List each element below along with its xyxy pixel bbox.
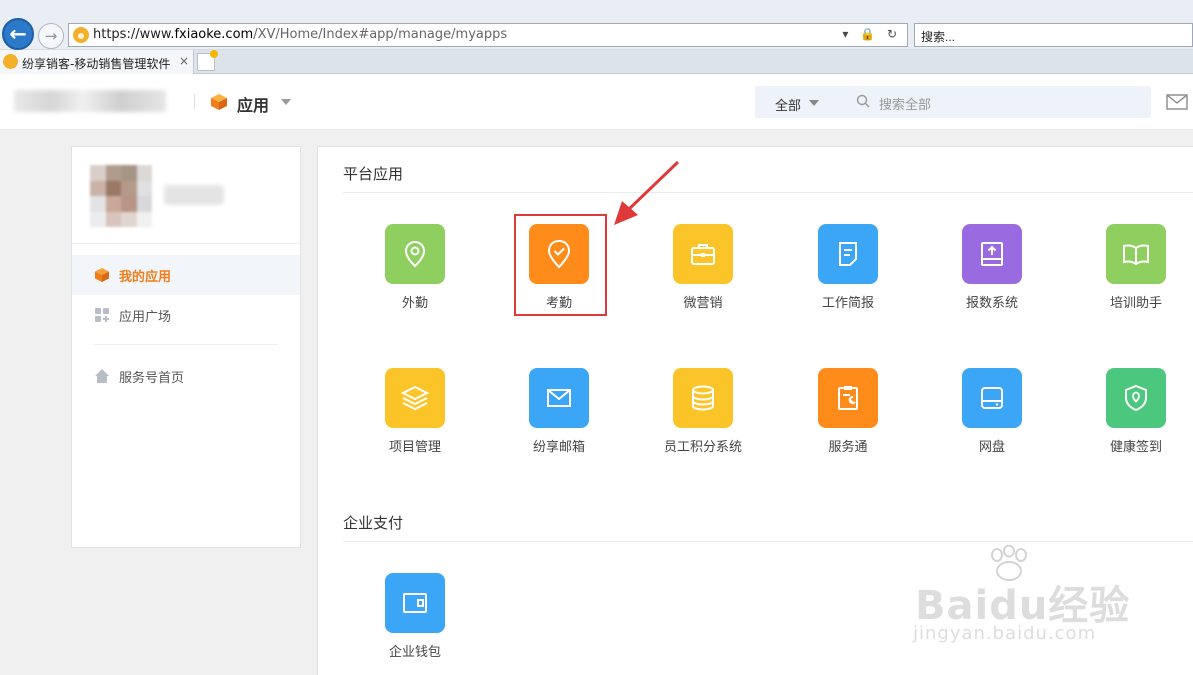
app-tile-report-system[interactable] — [962, 224, 1022, 284]
avatar[interactable] — [90, 165, 152, 227]
app-tile-points[interactable] — [673, 368, 733, 428]
cube-icon — [95, 268, 109, 282]
sidebar-item-my-apps[interactable]: 我的应用 — [72, 255, 300, 295]
divider — [94, 344, 278, 345]
app-label-points[interactable]: 员工积分系统 — [648, 436, 758, 455]
section-divider — [343, 541, 1193, 542]
upload-screen-icon — [981, 242, 1003, 266]
tab-strip: 纷享销客-移动销售管理软件 × — [0, 50, 1193, 74]
app-label-mail[interactable]: 纷享邮箱 — [504, 436, 614, 455]
sidebar-item-app-plaza[interactable]: 应用广场 — [72, 295, 300, 335]
app-tile-project[interactable] — [385, 368, 445, 428]
sidebar: 我的应用 应用广场 服务号首页 — [71, 146, 301, 548]
shield-pin-icon — [1125, 384, 1147, 412]
sidebar-item-label: 服务号首页 — [119, 371, 185, 386]
app-menu-title[interactable]: 应用 — [237, 92, 269, 116]
section-title-payment: 企业支付 — [343, 514, 404, 532]
app-label-field-work[interactable]: 外勤 — [360, 292, 470, 311]
app-tile-work-report[interactable] — [818, 224, 878, 284]
app-label-service[interactable]: 服务通 — [793, 436, 903, 455]
app-header: 应用 全部 搜索全部 — [0, 74, 1193, 130]
envelope-icon — [547, 389, 571, 407]
app-tile-micro-marketing[interactable] — [673, 224, 733, 284]
clipboard-tool-icon — [838, 386, 858, 410]
wallet-icon — [403, 593, 427, 613]
header-divider — [194, 94, 195, 110]
address-bar[interactable]: https://www.fxiaoke.com/XV/Home/Index#ap… — [68, 23, 908, 47]
watermark-url: jingyan.baidu.com — [913, 623, 1097, 644]
app-label-micro-marketing[interactable]: 微营销 — [648, 292, 758, 311]
tab-title: 纷享销客-移动销售管理软件 — [22, 57, 171, 71]
home-icon — [95, 369, 109, 383]
app-tile-health[interactable] — [1106, 368, 1166, 428]
sidebar-item-service-home[interactable]: 服务号首页 — [72, 356, 300, 396]
url-text: https://www.fxiaoke.com/XV/Home/Index#ap… — [93, 27, 508, 42]
search-scope-select[interactable]: 全部 — [775, 95, 801, 114]
tab-close-icon[interactable]: × — [179, 54, 189, 68]
tab-favicon-icon — [3, 54, 18, 69]
annotation-arrow-icon — [614, 160, 680, 225]
sidebar-item-label: 我的应用 — [119, 270, 172, 285]
location-pin-icon — [404, 240, 426, 268]
app-tile-service[interactable] — [818, 368, 878, 428]
app-label-wallet[interactable]: 企业钱包 — [360, 641, 470, 660]
watermark: Baidu经验 jingyan.baidu.com — [910, 545, 1150, 655]
forward-button[interactable]: → — [38, 23, 64, 49]
app-label-work-report[interactable]: 工作简报 — [793, 292, 903, 311]
app-label-health[interactable]: 健康签到 — [1081, 436, 1191, 455]
sidebar-item-label: 应用广场 — [119, 310, 172, 325]
briefcase-icon — [691, 244, 715, 265]
app-label-project[interactable]: 项目管理 — [360, 436, 470, 455]
section-divider — [343, 192, 1193, 193]
drive-icon — [981, 387, 1003, 409]
highlight-box — [514, 214, 607, 316]
browser-toolbar: ← → https://www.fxiaoke.com/XV/Home/Inde… — [0, 0, 1193, 50]
app-tile-wallet[interactable] — [385, 573, 445, 633]
global-search[interactable]: 全部 搜索全部 — [755, 86, 1151, 118]
app-label-training[interactable]: 培训助手 — [1081, 292, 1191, 311]
app-tile-drive[interactable] — [962, 368, 1022, 428]
section-title-platform: 平台应用 — [343, 165, 404, 183]
app-label-report-system[interactable]: 报数系统 — [937, 292, 1047, 311]
book-icon — [1123, 244, 1149, 266]
company-logo — [14, 90, 166, 112]
site-favicon-icon — [73, 27, 89, 43]
divider — [72, 243, 300, 244]
app-tile-training[interactable] — [1106, 224, 1166, 284]
document-icon — [839, 242, 857, 266]
grid-plus-icon — [95, 308, 109, 322]
scope-chevron-down-icon[interactable] — [809, 100, 819, 106]
search-input[interactable]: 搜索全部 — [879, 94, 931, 113]
chevron-down-icon[interactable] — [281, 99, 291, 105]
user-name — [164, 185, 224, 205]
screenshot-frame: ← → https://www.fxiaoke.com/XV/Home/Inde… — [0, 0, 1193, 675]
back-button[interactable]: ← — [2, 18, 34, 50]
search-icon — [856, 94, 870, 108]
cube-icon — [211, 94, 227, 110]
mail-icon[interactable] — [1166, 94, 1188, 110]
layers-icon — [400, 385, 430, 411]
app-label-drive[interactable]: 网盘 — [937, 436, 1047, 455]
address-controls[interactable]: ▾ 🔒 ↻ — [842, 27, 901, 41]
app-tile-mail[interactable] — [529, 368, 589, 428]
new-tab-button[interactable] — [197, 50, 218, 71]
browser-tab[interactable]: 纷享销客-移动销售管理软件 × — [0, 50, 194, 74]
database-icon — [692, 385, 714, 411]
app-tile-icon[interactable] — [385, 224, 445, 284]
browser-search-input[interactable]: 搜索... — [914, 23, 1193, 47]
